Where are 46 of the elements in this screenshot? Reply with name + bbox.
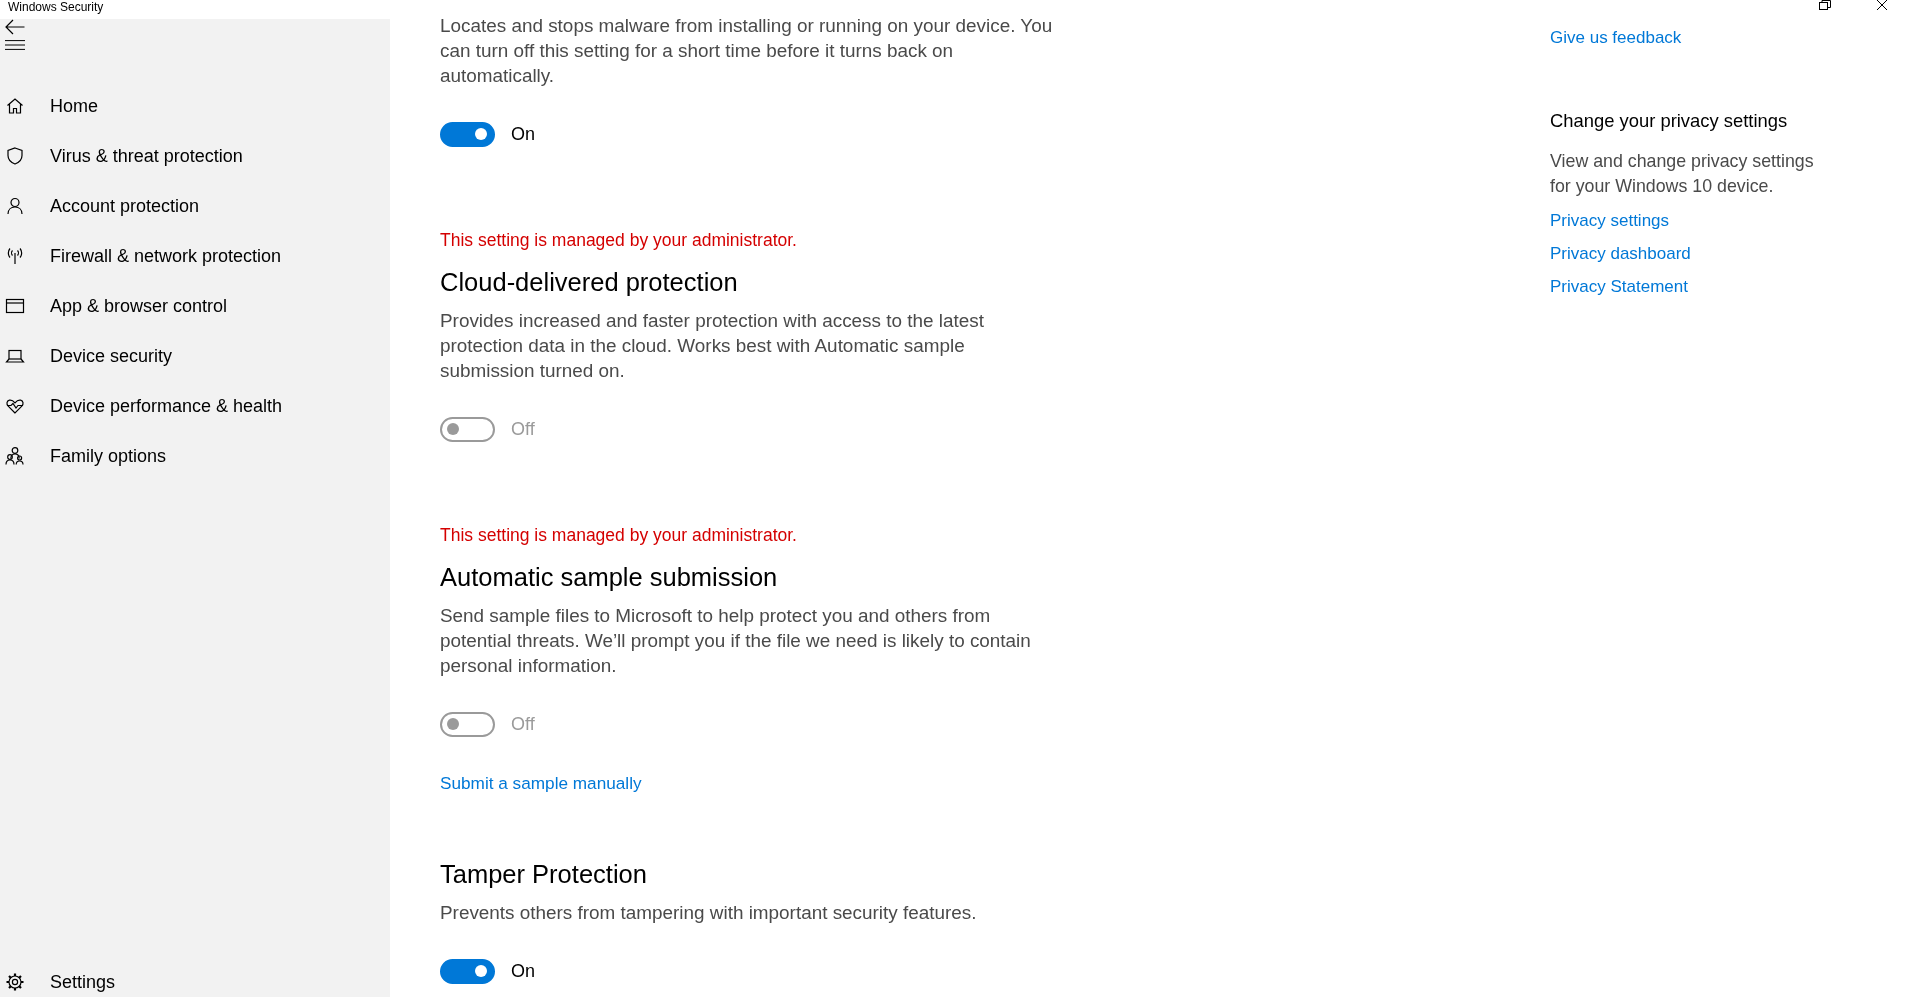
section-description: Send sample files to Microsoft to help protect you and others from potential threats. We’ll prompt you if the file we need is likely to contain personal information. — [440, 604, 1032, 678]
menu-icon — [5, 40, 25, 50]
toggle-label: On — [511, 959, 535, 983]
restore-icon — [1819, 0, 1831, 10]
privacy-heading: Change your privacy settings — [1550, 108, 1788, 133]
nav-item[interactable]: Settings — [5, 967, 116, 997]
nav-item[interactable]: Family options — [5, 441, 167, 471]
nav-item[interactable]: App & browser control — [5, 291, 228, 321]
section-heading: Tamper Protection — [440, 859, 647, 890]
toggle-label: On — [511, 122, 535, 146]
admin-notice: This setting is managed by your administrator. — [440, 523, 797, 547]
close-button[interactable] — [1876, 0, 1888, 10]
antenna-icon — [5, 246, 25, 266]
privacy-link[interactable]: Privacy dashboard — [1550, 240, 1691, 266]
gear-icon — [5, 972, 25, 992]
privacy-link[interactable]: Privacy settings — [1550, 207, 1670, 233]
privacy-description: View and change privacy settings for your Windows 10 device. — [1550, 149, 1815, 198]
admin-notice: This setting is managed by your administrator. — [440, 228, 797, 252]
section-heading: Automatic sample submission — [440, 562, 778, 593]
section-description: Provides increased and faster protection with access to the latest protection data in the cloud. Works best with Automatic sample submission turned on. — [440, 309, 985, 383]
section-heading: Cloud-delivered protection — [440, 267, 738, 298]
family-icon — [5, 446, 25, 466]
browser-window-icon — [5, 296, 25, 316]
nav-item[interactable]: Home — [5, 91, 98, 121]
home-icon — [5, 96, 25, 116]
shield-icon — [5, 146, 25, 166]
section-description: Locates and stops malware from installing or running on your device. You can turn off this setting for a short time before it turns back on automatically. — [440, 14, 1054, 88]
person-icon — [5, 196, 25, 216]
nav-item[interactable]: Device security — [5, 341, 173, 371]
nav-item[interactable]: Virus & threat protection — [5, 141, 243, 171]
back-arrow-icon — [5, 19, 25, 35]
section-description: Prevents others from tampering with important security features. — [440, 901, 977, 925]
close-icon — [1876, 0, 1888, 10]
privacy-link[interactable]: Privacy Statement — [1550, 273, 1688, 299]
submit-sample-link[interactable]: Submit a sample manually — [440, 771, 642, 796]
window-title: Windows Security — [8, 0, 104, 15]
toggle-label: Off — [511, 712, 535, 736]
toggle-switch[interactable] — [440, 121, 495, 147]
nav-item[interactable]: Device performance & health — [5, 391, 283, 421]
nav-item[interactable]: Firewall & network protection — [5, 241, 282, 271]
restore-button[interactable] — [1819, 0, 1831, 10]
nav-item[interactable]: Account protection — [5, 191, 200, 221]
back-button[interactable] — [5, 19, 25, 35]
toggle-switch[interactable] — [440, 958, 495, 984]
toggle-label: Off — [511, 417, 535, 441]
feedback-link[interactable]: Give us feedback — [1550, 24, 1682, 50]
